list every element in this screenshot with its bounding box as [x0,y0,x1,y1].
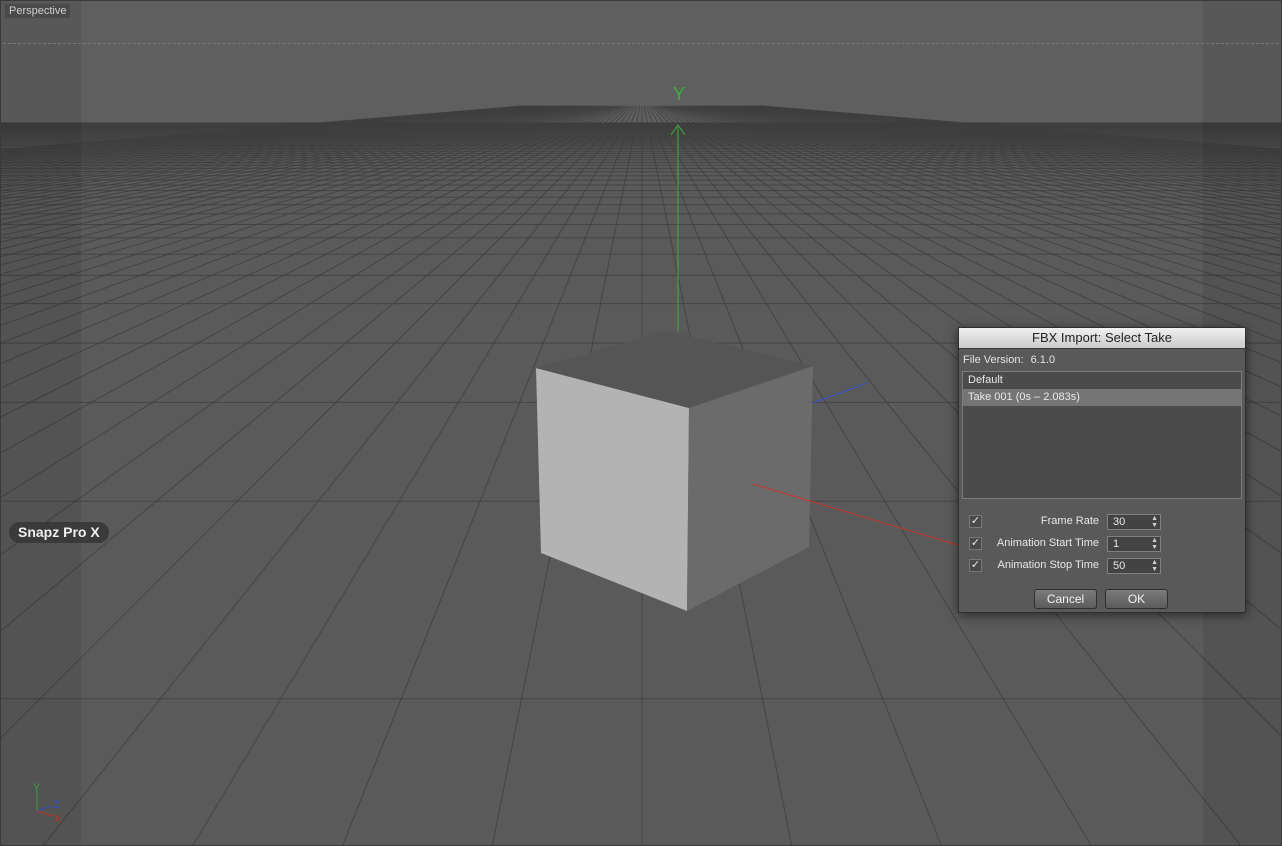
take-list[interactable]: Default Take 001 (0s – 2.083s) [962,371,1242,499]
take-item-default[interactable]: Default [963,372,1241,389]
file-version-label: File Version: [963,354,1024,366]
start-time-row: ✓ Animation Start Time 1 ▲ ▼ [969,536,1239,552]
file-version-value: 6.1.0 [1030,354,1056,366]
stop-time-stepper[interactable]: ▲ ▼ [1151,559,1158,573]
ok-button[interactable]: OK [1105,589,1168,609]
file-version: File Version: 6.1.0 [963,354,1055,366]
stepper-up-icon[interactable]: ▲ [1151,559,1158,566]
start-time-stepper[interactable]: ▲ ▼ [1151,537,1158,551]
stop-time-value: 50 [1113,560,1126,572]
start-time-value: 1 [1113,538,1120,550]
start-time-label: Animation Start Time [996,537,1099,549]
stop-time-label: Animation Stop Time [997,559,1100,571]
title-safe-line [3,43,1279,44]
cube-front-face [536,368,689,611]
stepper-down-icon[interactable]: ▼ [1151,544,1158,551]
stepper-up-icon[interactable]: ▲ [1151,515,1158,522]
stepper-down-icon[interactable]: ▼ [1151,522,1158,529]
frame-rate-label: Frame Rate [1040,515,1099,527]
frame-rate-value: 30 [1113,516,1126,528]
safe-frame-left [1,1,81,845]
cube[interactable] [536,331,813,611]
stop-time-checkbox[interactable]: ✓ [969,559,982,572]
stepper-down-icon[interactable]: ▼ [1151,566,1158,573]
axis-y-label: Y [673,84,685,104]
start-time-checkbox[interactable]: ✓ [969,537,982,550]
snapz-pro-badge: Snapz Pro X [9,522,109,543]
stop-time-row: ✓ Animation Stop Time 50 ▲ ▼ [969,558,1239,574]
stepper-up-icon[interactable]: ▲ [1151,537,1158,544]
frame-rate-row: ✓ Frame Rate 30 ▲ ▼ [969,514,1239,530]
fbx-import-dialog: FBX Import: Select Take File Version: 6.… [958,327,1246,613]
stop-time-field[interactable]: 50 ▲ ▼ [1107,558,1161,574]
perspective-viewport[interactable]: Y Y Z X Perspective Snapz Pro X FBX Impo… [0,0,1282,846]
dialog-title: FBX Import: Select Take [959,328,1245,349]
frame-rate-checkbox[interactable]: ✓ [969,515,982,528]
take-item-take-001[interactable]: Take 001 (0s – 2.083s) [963,389,1241,406]
cancel-button[interactable]: Cancel [1034,589,1097,609]
start-time-field[interactable]: 1 ▲ ▼ [1107,536,1161,552]
axis-z-line [812,382,868,404]
viewport-label[interactable]: Perspective [5,4,71,18]
cube-side-face [687,366,813,611]
frame-rate-stepper[interactable]: ▲ ▼ [1151,515,1158,529]
frame-rate-field[interactable]: 30 ▲ ▼ [1107,514,1161,530]
